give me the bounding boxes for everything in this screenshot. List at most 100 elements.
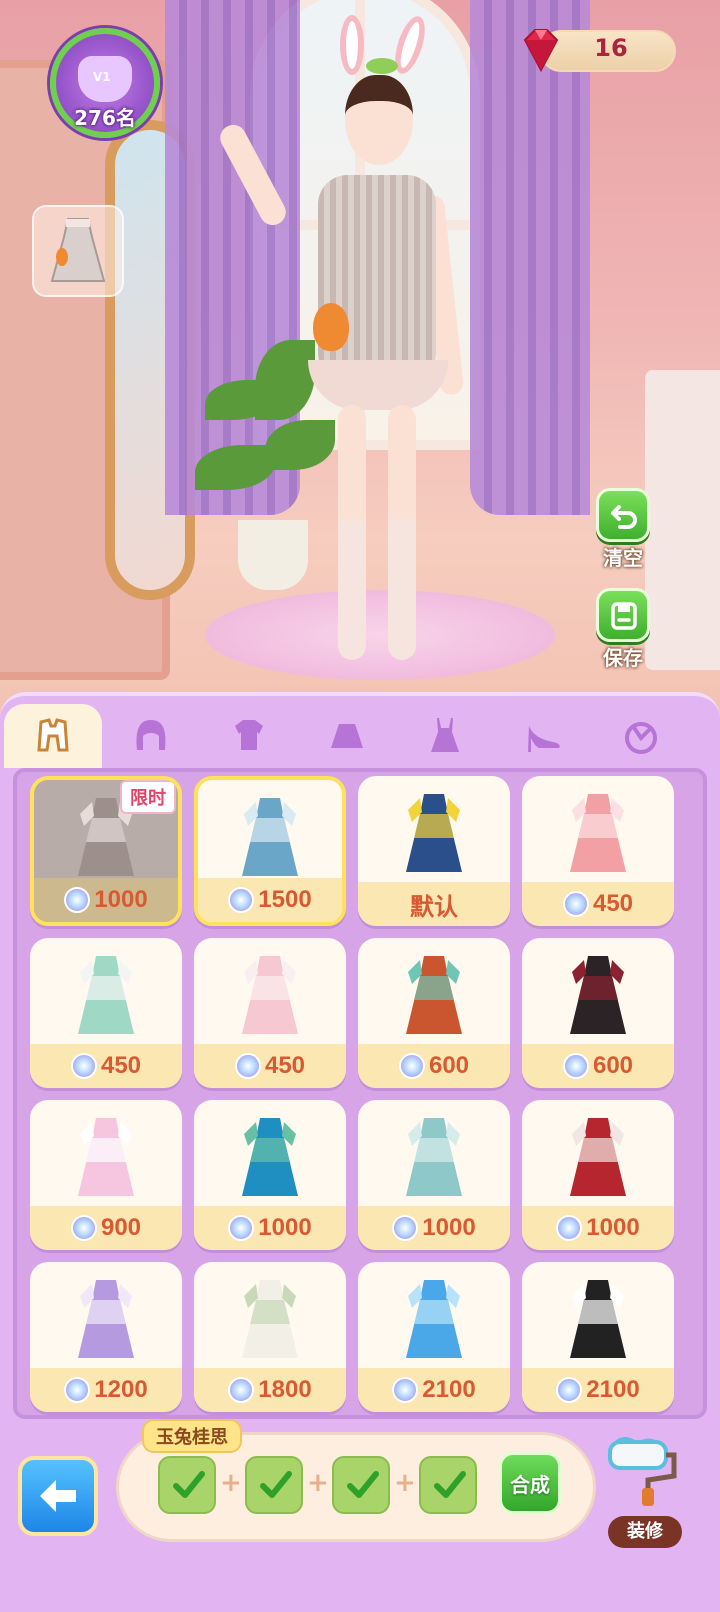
price-value: 1800 xyxy=(258,1376,312,1403)
price-value: 600 xyxy=(428,1052,470,1079)
rank-text: 276名 xyxy=(74,106,136,130)
outfit-icon xyxy=(570,1280,626,1358)
outfit-preview xyxy=(30,1262,182,1362)
shirt-coin-icon xyxy=(70,1053,97,1079)
outfit-preview xyxy=(522,1100,674,1200)
outfit-icon xyxy=(242,1118,298,1196)
price-bar: 1200 xyxy=(30,1368,182,1412)
shirt-coin-icon xyxy=(392,1377,419,1403)
outfit-icon xyxy=(242,1280,298,1358)
outfit-card[interactable]: 1000 xyxy=(194,1100,346,1250)
shirt-coin-icon xyxy=(562,1053,589,1079)
outfit-card[interactable]: 450 xyxy=(194,938,346,1088)
combo-item-1[interactable] xyxy=(158,1456,216,1514)
outfit-card[interactable]: 600 xyxy=(522,938,674,1088)
tab-dress[interactable] xyxy=(396,704,494,768)
outfit-icon xyxy=(406,794,462,872)
tab-full-outfit[interactable] xyxy=(4,704,102,768)
tab-shoes[interactable] xyxy=(494,704,592,768)
outfit-preview xyxy=(358,1262,510,1362)
check-icon xyxy=(260,1471,292,1498)
curtain-right xyxy=(470,0,590,515)
limited-time-badge: 限时 xyxy=(120,780,176,814)
current-outfit-thumbnail[interactable] xyxy=(32,205,124,297)
category-tabs xyxy=(0,704,720,768)
carrot-bag xyxy=(313,303,349,351)
outfit-card[interactable]: 1000 xyxy=(358,1100,510,1250)
outfit-card[interactable]: 1500 xyxy=(194,776,346,926)
combo-set-title: 玉兔桂思 xyxy=(142,1419,242,1453)
shirt-coin-icon xyxy=(392,1215,419,1241)
price-bar: 2100 xyxy=(522,1368,674,1412)
gem-count: 16 xyxy=(594,34,628,62)
price-bar: 450 xyxy=(522,882,674,926)
back-button[interactable] xyxy=(18,1456,98,1536)
outfit-preview xyxy=(30,1100,182,1200)
outfit-card[interactable]: 2100 xyxy=(358,1262,510,1412)
crown-icon xyxy=(78,56,132,102)
outfit-icon xyxy=(78,1280,134,1358)
undo-arrow-icon xyxy=(611,505,637,529)
check-icon xyxy=(173,1471,205,1498)
price-bar: 600 xyxy=(358,1044,510,1088)
price-bar: 1000 xyxy=(34,878,178,922)
price-value: 2100 xyxy=(586,1376,640,1403)
outfit-icon xyxy=(570,1118,626,1196)
merge-button[interactable]: 合成 xyxy=(499,1452,561,1514)
combo-item-4[interactable] xyxy=(419,1456,477,1514)
outfit-card[interactable]: 450 xyxy=(30,938,182,1088)
outfit-card[interactable]: 600 xyxy=(358,938,510,1088)
tab-skirt[interactable] xyxy=(298,704,396,768)
outfit-card[interactable]: 默认 xyxy=(358,776,510,926)
outfit-card[interactable]: 1200 xyxy=(30,1262,182,1412)
top-icon xyxy=(235,720,263,750)
outfit-preview xyxy=(522,938,674,1038)
dress-icon xyxy=(431,718,459,752)
shirt-coin-icon xyxy=(64,887,91,913)
dress-icon xyxy=(50,218,106,282)
outfit-card[interactable]: 1000 xyxy=(522,1100,674,1250)
shirt-coin-icon xyxy=(228,1377,255,1403)
shirt-coin-icon xyxy=(70,1215,97,1241)
shirt-coin-icon xyxy=(556,1215,583,1241)
save-label: 保存 xyxy=(603,646,643,670)
outfit-card[interactable]: 限时 1000 xyxy=(30,776,182,926)
price-bar: 1500 xyxy=(198,878,342,922)
price-bar: 1800 xyxy=(194,1368,346,1412)
skirt-icon xyxy=(331,724,363,748)
outfit-card[interactable]: 2100 xyxy=(522,1262,674,1412)
clear-button[interactable] xyxy=(596,488,650,542)
plus-icon: + xyxy=(307,1468,329,1498)
side-table xyxy=(645,370,720,670)
combo-item-2[interactable] xyxy=(245,1456,303,1514)
save-button[interactable] xyxy=(596,588,650,642)
price-value: 600 xyxy=(592,1052,634,1079)
tab-top[interactable] xyxy=(200,704,298,768)
shirt-coin-icon xyxy=(234,1053,261,1079)
outfit-icon xyxy=(406,1118,462,1196)
outfit-preview xyxy=(358,776,510,876)
high-heel-icon xyxy=(528,726,560,752)
price-value: 1500 xyxy=(258,886,312,913)
shirt-coin-icon xyxy=(562,891,589,917)
outfit-icon xyxy=(570,956,626,1034)
outfit-icon xyxy=(406,1280,462,1358)
shirt-coin-icon xyxy=(556,1377,583,1403)
price-bar: 1000 xyxy=(194,1206,346,1250)
rank-badge[interactable]: 276名 xyxy=(50,28,160,138)
paint-roller-icon[interactable] xyxy=(604,1428,684,1508)
combo-item-3[interactable] xyxy=(332,1456,390,1514)
outfit-card[interactable]: 450 xyxy=(522,776,674,926)
price-bar: 1000 xyxy=(522,1206,674,1250)
outfit-card[interactable]: 1800 xyxy=(194,1262,346,1412)
price-value: 1200 xyxy=(94,1376,148,1403)
outfit-card[interactable]: 900 xyxy=(30,1100,182,1250)
decorate-label: 装修 xyxy=(608,1516,682,1548)
outfit-icon xyxy=(242,798,298,876)
tab-accessory[interactable] xyxy=(592,704,690,768)
price-value: 1000 xyxy=(258,1214,312,1241)
price-bar: 600 xyxy=(522,1044,674,1088)
hair-bow xyxy=(366,58,398,74)
tab-hair[interactable] xyxy=(102,704,200,768)
outfit-preview xyxy=(30,938,182,1038)
